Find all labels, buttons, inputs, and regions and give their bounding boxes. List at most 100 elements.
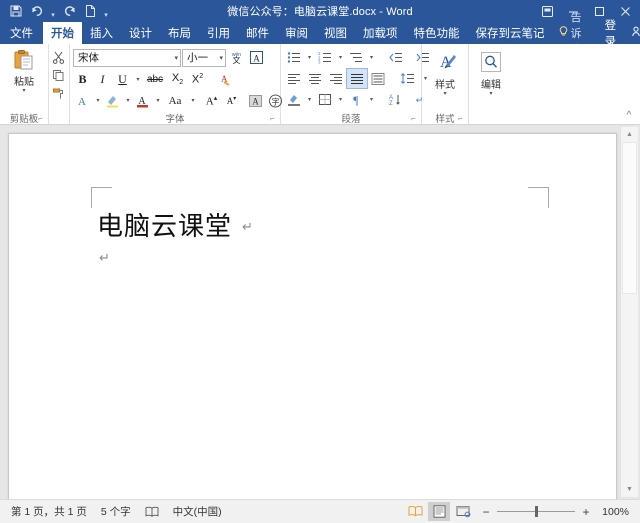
document-heading-line[interactable]: 电脑云课堂 ↵: [97, 206, 254, 243]
text-highlight-dropdown-icon[interactable]: ▾: [123, 91, 132, 110]
shading-icon[interactable]: [284, 90, 304, 109]
show-formatting-marks-icon[interactable]: ¶: [346, 90, 366, 109]
read-mode-view-button[interactable]: [404, 502, 426, 521]
tab-save-to-cloud-notes[interactable]: 保存到云笔记: [468, 22, 553, 44]
font-size-dropdown-icon[interactable]: ▾: [216, 54, 223, 62]
subscript-icon[interactable]: X2: [168, 70, 187, 89]
styles-button[interactable]: A 样式 ▾: [426, 47, 464, 97]
change-case-icon[interactable]: Aa: [163, 91, 187, 110]
shading-dropdown-icon[interactable]: ▾: [305, 90, 314, 109]
paragraph-dialog-launcher[interactable]: ⌐: [409, 114, 418, 123]
italic-icon[interactable]: I: [93, 70, 112, 89]
show-marks-dropdown-icon[interactable]: ▾: [367, 90, 376, 109]
borders-icon[interactable]: [315, 90, 335, 109]
page-info[interactable]: 第 1 页，共 1 页: [4, 504, 94, 519]
font-name-combo[interactable]: 宋体 ▾: [73, 48, 181, 67]
align-left-icon[interactable]: [284, 69, 304, 88]
numbering-icon[interactable]: 123: [315, 48, 335, 67]
multilevel-list-dropdown-icon[interactable]: ▾: [367, 48, 376, 67]
zoom-level-label[interactable]: 100%: [597, 506, 632, 518]
justify-icon[interactable]: [346, 68, 368, 89]
customize-qat-icon[interactable]: ▾: [101, 0, 111, 23]
copy-icon[interactable]: [50, 67, 67, 84]
paste-dropdown-icon[interactable]: ▾: [22, 88, 25, 94]
shrink-font-icon[interactable]: A▾: [222, 91, 241, 110]
word-count[interactable]: 5 个字: [94, 504, 138, 519]
tab-home[interactable]: 开始: [43, 22, 82, 44]
proofing-errors-icon[interactable]: [138, 506, 166, 518]
align-center-icon[interactable]: [305, 69, 325, 88]
text-highlight-icon[interactable]: [103, 91, 122, 110]
save-icon[interactable]: [6, 2, 26, 21]
tab-insert[interactable]: 插入: [82, 22, 121, 44]
font-color-dropdown-icon[interactable]: ▾: [153, 91, 162, 110]
tab-references[interactable]: 引用: [199, 22, 238, 44]
zoom-slider-track[interactable]: [497, 506, 575, 517]
zoom-out-button[interactable]: −: [480, 506, 492, 518]
language-indicator[interactable]: 中文(中国): [166, 504, 229, 519]
new-document-icon[interactable]: [80, 2, 100, 21]
collapse-ribbon-icon[interactable]: ^: [622, 108, 636, 122]
editing-button[interactable]: 编辑 ▾: [473, 47, 509, 97]
line-spacing-icon[interactable]: [394, 69, 420, 88]
tab-featured[interactable]: 特色功能: [406, 22, 468, 44]
undo-icon[interactable]: [27, 2, 47, 21]
zoom-in-button[interactable]: +: [580, 506, 592, 518]
bold-icon[interactable]: B: [73, 70, 92, 89]
bullets-dropdown-icon[interactable]: ▾: [305, 48, 314, 67]
numbering-dropdown-icon[interactable]: ▾: [336, 48, 345, 67]
cut-icon[interactable]: [50, 49, 67, 66]
tab-review[interactable]: 审阅: [277, 22, 316, 44]
print-layout-view-button[interactable]: [428, 502, 450, 521]
tab-design[interactable]: 设计: [121, 22, 160, 44]
font-color-icon[interactable]: A: [133, 91, 152, 110]
tell-me-box[interactable]: 告诉我...: [553, 12, 597, 56]
phonetic-guide-icon[interactable]: wén 文: [227, 48, 246, 67]
decrease-indent-icon[interactable]: [382, 48, 408, 67]
strikethrough-icon[interactable]: abc: [143, 70, 167, 89]
scrollbar-thumb[interactable]: [622, 142, 637, 294]
vertical-scrollbar[interactable]: ▲ ▼: [620, 127, 638, 497]
multilevel-list-icon[interactable]: [346, 48, 366, 67]
underline-dropdown-icon[interactable]: ▾: [133, 70, 142, 89]
font-dialog-launcher[interactable]: ⌐: [268, 114, 277, 123]
sort-icon[interactable]: AZ: [382, 90, 408, 109]
change-case-dropdown-icon[interactable]: ▾: [188, 91, 197, 110]
bullets-icon[interactable]: [284, 48, 304, 67]
tab-addins[interactable]: 加载项: [355, 22, 406, 44]
borders-dropdown-icon[interactable]: ▾: [336, 90, 345, 109]
tab-view[interactable]: 视图: [316, 22, 355, 44]
paste-button[interactable]: 粘贴 ▾: [4, 47, 44, 94]
undo-dropdown-icon[interactable]: ▾: [48, 0, 58, 23]
character-border-icon[interactable]: A: [247, 48, 266, 67]
distribute-icon[interactable]: [368, 69, 388, 88]
styles-dialog-launcher[interactable]: ⌐: [456, 114, 465, 123]
styles-dropdown-icon[interactable]: ▾: [443, 91, 446, 97]
zoom-slider-thumb[interactable]: [535, 506, 538, 517]
underline-icon[interactable]: U: [113, 70, 132, 89]
clipboard-dialog-launcher[interactable]: ⌐: [36, 114, 45, 123]
scrollbar-track[interactable]: [621, 294, 638, 482]
text-effects-icon[interactable]: A: [73, 91, 92, 110]
editing-dropdown-icon[interactable]: ▾: [489, 91, 492, 97]
text-effects-dropdown-icon[interactable]: ▾: [93, 91, 102, 110]
sign-in-button[interactable]: 登录: [597, 20, 625, 48]
web-layout-view-button[interactable]: [452, 502, 474, 521]
tab-layout[interactable]: 布局: [160, 22, 199, 44]
ribbon-display-options-icon[interactable]: [534, 0, 560, 22]
scroll-down-arrow-icon[interactable]: ▼: [621, 482, 638, 497]
format-painter-icon[interactable]: [50, 85, 67, 102]
redo-icon[interactable]: [59, 2, 79, 21]
font-size-combo[interactable]: 小一 ▾: [182, 48, 226, 67]
tab-mailings[interactable]: 邮件: [238, 22, 277, 44]
tab-file[interactable]: 文件: [0, 22, 43, 44]
superscript-icon[interactable]: X2: [188, 70, 207, 89]
document-page[interactable]: 电脑云课堂 ↵ ↵: [8, 133, 617, 499]
scroll-up-arrow-icon[interactable]: ▲: [621, 127, 638, 142]
character-shading-icon[interactable]: A: [246, 91, 265, 110]
clear-formatting-icon[interactable]: A: [214, 70, 233, 89]
share-button[interactable]: 共享: [624, 22, 640, 44]
font-name-dropdown-icon[interactable]: ▾: [171, 54, 178, 62]
grow-font-icon[interactable]: A▴: [202, 91, 221, 110]
align-right-icon[interactable]: [326, 69, 346, 88]
